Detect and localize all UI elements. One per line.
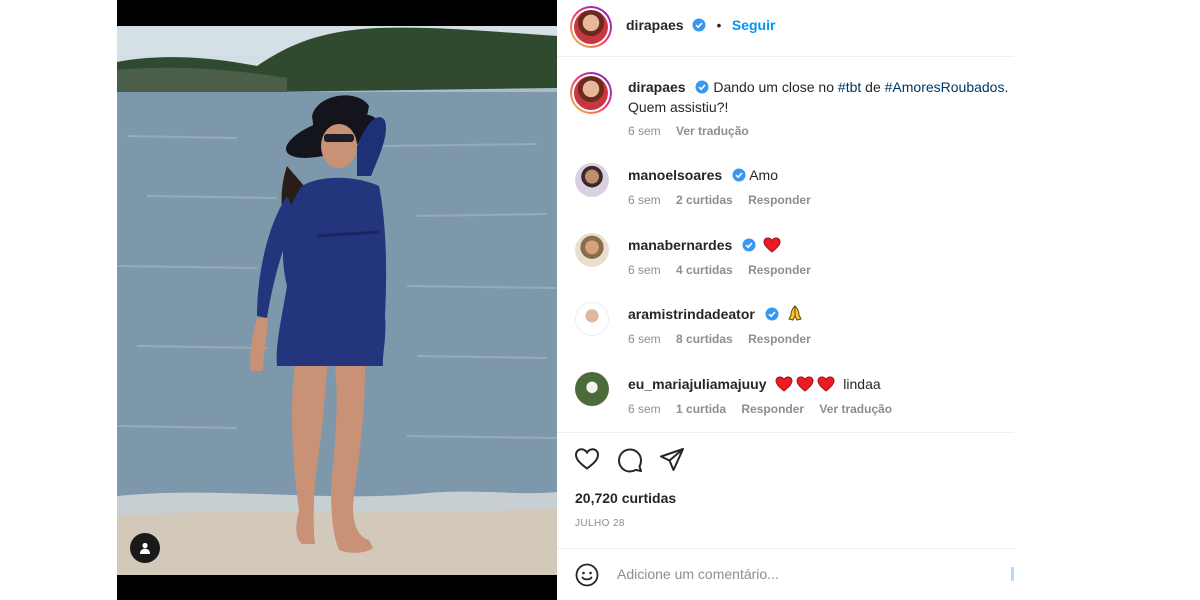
comments-list[interactable]: dirapaes Dando um close no #tbt de #Amor… [557,58,1014,432]
caption-time[interactable]: 6 sem [628,124,661,138]
commenter-username[interactable]: manabernardes [628,237,732,253]
comment-likes[interactable]: 2 curtidas [676,193,733,207]
comment-likes[interactable]: 4 curtidas [676,263,733,277]
heart-icon [574,448,600,470]
caption-text-mid: de [861,79,885,95]
commenter-avatar[interactable] [575,302,609,336]
comment-time[interactable]: 6 sem [628,402,661,416]
hashtag-tbt[interactable]: #tbt [838,79,861,95]
commenter-username[interactable]: eu_mariajuliamajuuy [628,376,767,392]
publish-button[interactable] [1011,567,1014,581]
comment-likes[interactable]: 8 curtidas [676,332,733,346]
comment-text: lindaa [843,376,881,392]
comment-time[interactable]: 6 sem [628,332,661,346]
comment-icon [618,448,642,473]
like-button[interactable] [574,447,600,476]
red-heart-icon [817,376,835,392]
likes-count[interactable]: 20,720 curtidas [575,490,676,506]
comment-likes[interactable]: 1 curtida [676,402,726,416]
caption-line-2: Quem assistiu?! [628,99,729,115]
verified-icon [695,80,709,94]
post-header: dirapaes • Seguir [557,0,1014,57]
commenter-avatar[interactable] [575,372,609,406]
post-actions [557,432,1014,433]
commenter-avatar[interactable] [575,163,609,197]
pray-icon [787,305,802,321]
red-heart-icon [796,376,814,392]
comment-translate-link[interactable]: Ver tradução [819,402,892,416]
commenter-username[interactable]: manoelsoares [628,167,722,183]
caption-text-end: . [1004,79,1009,95]
share-icon [660,448,684,471]
follow-button[interactable]: Seguir [732,17,776,33]
commenter-username[interactable]: aramistrindadeator [628,306,755,322]
comment-time[interactable]: 6 sem [628,263,661,277]
comment-text: Amo [749,167,778,183]
red-heart-icon [763,237,781,253]
post-photo [117,26,557,575]
emoji-button[interactable] [575,563,599,592]
add-comment-input[interactable] [617,566,977,582]
hashtag-amoresroubados[interactable]: #AmoresRoubados [885,79,1005,95]
tagged-users-button[interactable] [130,533,160,563]
reply-button[interactable]: Responder [748,193,811,207]
caption-text: Dando um close no [713,79,838,95]
verified-icon [765,307,779,321]
verified-icon [732,168,746,182]
share-button[interactable] [659,447,685,478]
user-tag-icon [140,542,150,554]
post-media [117,0,557,600]
verified-icon [742,238,756,252]
post-side-panel: dirapaes • Seguir dirapaes Dando um clos… [557,0,1014,600]
commenter-avatar[interactable] [575,233,609,267]
author-avatar[interactable] [570,6,612,48]
instagram-post-view: dirapaes • Seguir dirapaes Dando um clos… [0,0,1200,600]
reply-button[interactable]: Responder [741,402,804,416]
reply-button[interactable]: Responder [748,263,811,277]
verified-icon [692,18,706,32]
add-comment-bar [557,548,1014,600]
caption-translate-link[interactable]: Ver tradução [676,124,749,138]
author-username[interactable]: dirapaes [626,17,684,33]
comment-button[interactable] [617,447,643,478]
caption-author-username[interactable]: dirapaes [628,79,686,95]
separator-dot: • [716,17,722,33]
red-heart-icon [775,376,793,392]
comment-time[interactable]: 6 sem [628,193,661,207]
emoji-icon [575,563,599,587]
reply-button[interactable]: Responder [748,332,811,346]
post-date[interactable]: JULHO 28 [575,518,625,529]
caption-author-avatar[interactable] [570,72,612,114]
